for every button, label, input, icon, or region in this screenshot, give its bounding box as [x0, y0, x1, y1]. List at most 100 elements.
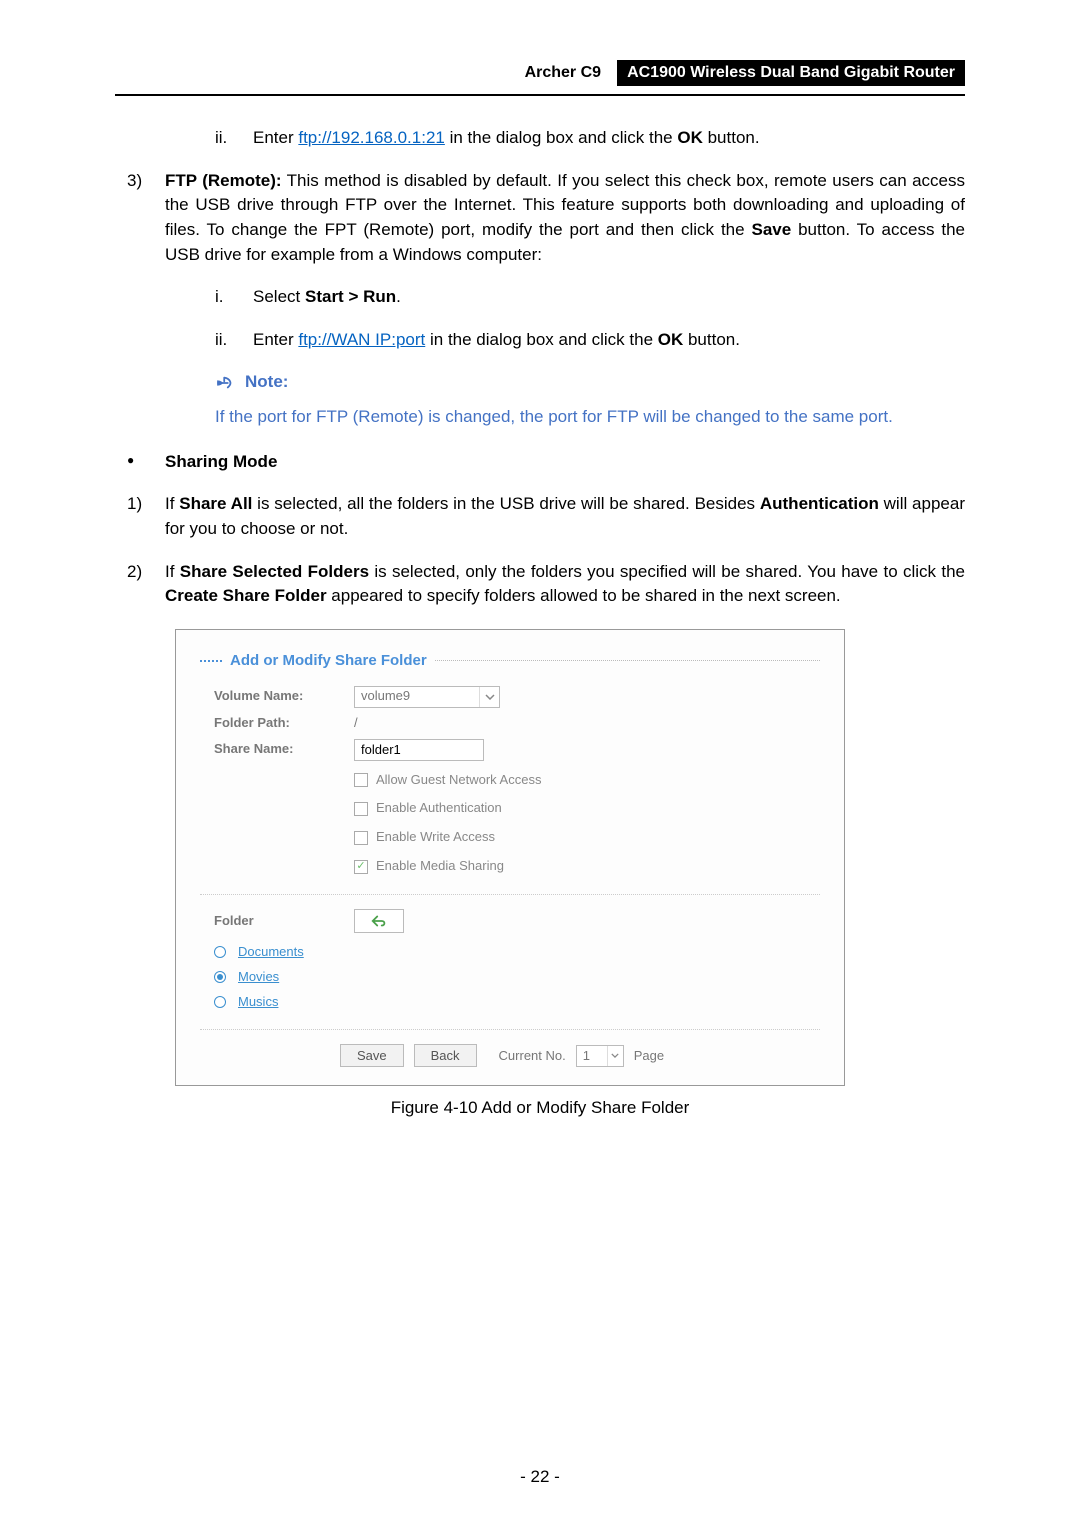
text: in the dialog box and click the: [425, 330, 657, 349]
path-row: Folder Path: /: [200, 714, 820, 733]
marker-2: 2): [115, 560, 165, 585]
pointer-icon: [215, 375, 237, 391]
header-rule: [115, 94, 965, 96]
marker-1: 1): [115, 492, 165, 517]
back-arrow-icon: [370, 914, 388, 928]
authentication-bold: Authentication: [760, 494, 879, 513]
guest-access-row: Allow Guest Network Access: [200, 771, 820, 790]
figure-caption: Figure 4-10 Add or Modify Share Folder: [115, 1096, 965, 1121]
text: appeared to specify folders allowed to b…: [327, 586, 841, 605]
item-1: 1) If Share All is selected, all the fol…: [115, 492, 965, 541]
title-dots-icon: [200, 660, 222, 662]
bullet-sharing-mode: Sharing Mode: [115, 450, 965, 475]
header-product: AC1900 Wireless Dual Band Gigabit Router: [617, 60, 965, 86]
write-access-row: Enable Write Access: [200, 828, 820, 847]
start-run-bold: Start > Run: [305, 287, 396, 306]
movies-radio[interactable]: [214, 971, 226, 983]
ok-bold: OK: [677, 128, 703, 147]
folder-header-row: Folder: [200, 909, 820, 933]
authentication-label: Enable Authentication: [376, 799, 502, 818]
chevron-down-icon: [479, 687, 499, 707]
media-sharing-label: Enable Media Sharing: [376, 857, 504, 876]
folder-item-documents[interactable]: Documents: [200, 943, 820, 962]
media-sharing-checkbox[interactable]: ✓: [354, 860, 368, 874]
volume-label: Volume Name:: [214, 687, 354, 706]
text: is selected, only the folders you specif…: [369, 562, 965, 581]
marker-ii: ii.: [215, 126, 253, 151]
back-button[interactable]: Back: [414, 1044, 477, 1067]
create-share-folder-bold: Create Share Folder: [165, 586, 327, 605]
sharing-mode-heading: Sharing Mode: [165, 450, 277, 475]
ftp-wan-link[interactable]: ftp://WAN IP:port: [298, 330, 425, 349]
header-model: Archer C9: [525, 60, 611, 86]
ftp-remote-bold: FTP (Remote):: [165, 171, 282, 190]
sub-item-ii-2: ii. Enter ftp://WAN IP:port in the dialo…: [115, 328, 965, 353]
save-bold: Save: [751, 220, 791, 239]
chevron-down-icon: [607, 1046, 623, 1066]
share-name-row: Share Name:: [200, 739, 820, 761]
authentication-row: Enable Authentication: [200, 799, 820, 818]
separator: [200, 894, 820, 895]
dialog-footer: Save Back Current No. 1 Page: [200, 1044, 820, 1067]
guest-access-checkbox[interactable]: [354, 773, 368, 787]
page-select[interactable]: 1: [576, 1045, 624, 1067]
documents-link[interactable]: Documents: [238, 943, 304, 962]
note-label: Note:: [245, 370, 288, 395]
separator-2: [200, 1029, 820, 1030]
save-button[interactable]: Save: [340, 1044, 404, 1067]
volume-select[interactable]: volume9: [354, 686, 500, 708]
sub-item-i: i. Select Start > Run.: [115, 285, 965, 310]
write-access-label: Enable Write Access: [376, 828, 495, 847]
path-label: Folder Path:: [214, 714, 354, 733]
ok-bold-2: OK: [658, 330, 684, 349]
text: button.: [703, 128, 760, 147]
folder-item-musics[interactable]: Musics: [200, 993, 820, 1012]
marker-i: i.: [215, 285, 253, 310]
title-line-icon: [435, 660, 820, 661]
page-number: - 22 -: [0, 1467, 1080, 1487]
text: .: [396, 287, 401, 306]
bullet-icon: [115, 450, 165, 472]
authentication-checkbox[interactable]: [354, 802, 368, 816]
folder-back-button[interactable]: [354, 909, 404, 933]
folder-header-label: Folder: [214, 912, 354, 931]
marker-3: 3): [115, 169, 165, 194]
dialog-title: Add or Modify Share Folder: [230, 650, 427, 672]
current-no-label: Current No.: [499, 1047, 566, 1066]
item-3: 3) FTP (Remote): This method is disabled…: [115, 169, 965, 268]
note-body: If the port for FTP (Remote) is changed,…: [115, 405, 965, 430]
write-access-checkbox[interactable]: [354, 831, 368, 845]
volume-row: Volume Name: volume9: [200, 686, 820, 708]
text: is selected, all the folders in the USB …: [252, 494, 759, 513]
documents-radio[interactable]: [214, 946, 226, 958]
share-folder-dialog: Add or Modify Share Folder Volume Name: …: [175, 629, 845, 1087]
path-value: /: [354, 714, 820, 733]
note-heading: Note:: [115, 370, 965, 395]
item-2: 2) If Share Selected Folders is selected…: [115, 560, 965, 609]
page-label: Page: [634, 1047, 664, 1066]
folder-item-movies[interactable]: Movies: [200, 968, 820, 987]
text: If: [165, 562, 180, 581]
text: Enter: [253, 330, 298, 349]
media-sharing-row: ✓ Enable Media Sharing: [200, 857, 820, 876]
ftp-local-link[interactable]: ftp://192.168.0.1:21: [298, 128, 445, 147]
text: Select: [253, 287, 305, 306]
text: If: [165, 494, 179, 513]
guest-access-label: Allow Guest Network Access: [376, 771, 541, 790]
text: button.: [683, 330, 740, 349]
movies-link[interactable]: Movies: [238, 968, 279, 987]
sub-item-ii-1: ii. Enter ftp://192.168.0.1:21 in the di…: [115, 126, 965, 151]
marker-ii-2: ii.: [215, 328, 253, 353]
share-selected-bold: Share Selected Folders: [180, 562, 369, 581]
dialog-title-row: Add or Modify Share Folder: [200, 650, 820, 672]
share-all-bold: Share All: [179, 494, 252, 513]
volume-value: volume9: [361, 687, 410, 706]
musics-link[interactable]: Musics: [238, 993, 278, 1012]
text: in the dialog box and click the: [445, 128, 677, 147]
share-name-label: Share Name:: [214, 740, 354, 759]
text: Enter: [253, 128, 298, 147]
doc-header: Archer C9 AC1900 Wireless Dual Band Giga…: [115, 60, 965, 86]
share-name-input[interactable]: [354, 739, 484, 761]
musics-radio[interactable]: [214, 996, 226, 1008]
page-value: 1: [583, 1047, 590, 1066]
